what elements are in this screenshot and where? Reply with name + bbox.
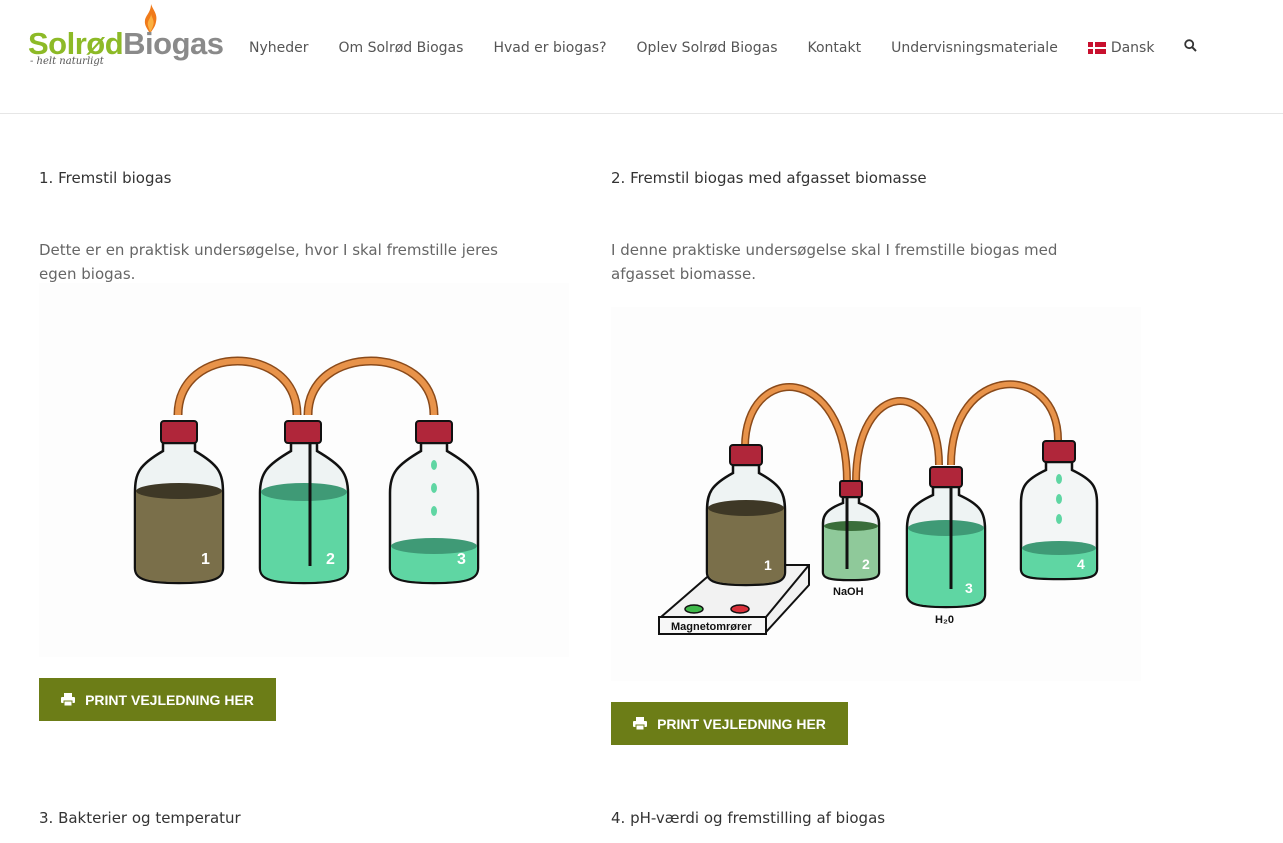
experiment-illustration: 1 2 3 [39, 283, 569, 657]
nav-item-kontakt[interactable]: Kontakt [808, 38, 862, 58]
printer-icon [633, 717, 648, 730]
search-icon [1184, 39, 1198, 52]
nav-item-nyheder[interactable]: Nyheder [249, 38, 309, 58]
language-label: Dansk [1110, 40, 1155, 56]
nav-item-oplev-solrod-biogas[interactable]: Oplev Solrød Biogas [637, 38, 778, 58]
experiment-title: 2. Fremstil biogas med afgasset biomasse [611, 169, 927, 187]
bottle-label-2: 2 [862, 556, 870, 572]
naoh-label: NaOH [833, 586, 864, 598]
stirrer-label: Magnetomrører [671, 621, 752, 633]
print-guide-label: PRINT VEJLEDNING HER [657, 715, 826, 732]
bottle-label-3: 3 [457, 551, 466, 568]
site-header: SolrødBiogas - helt naturligt Nyheder Om… [0, 0, 1283, 114]
experiment-description: I denne praktiske undersøgelse skal I fr… [611, 241, 1058, 283]
experiment-title-3: 3. Bakterier og temperatur [39, 809, 241, 827]
print-guide-button-1[interactable]: PRINT VEJLEDNING HER [39, 678, 276, 721]
nav-item-hvad-er-biogas[interactable]: Hvad er biogas? [493, 38, 606, 58]
experiment-illustration: Magnetomrører NaOH H₂0 1 2 3 4 [611, 307, 1141, 681]
language-switcher[interactable]: Dansk [1087, 38, 1155, 58]
bottle-label-3: 3 [965, 580, 973, 596]
brand-name-part2: Biogas [123, 26, 224, 61]
bottle-label-1: 1 [764, 557, 772, 573]
experiment-title: 1. Fremstil biogas [39, 169, 172, 187]
bottle-label-1: 1 [201, 551, 210, 568]
experiment-description: Dette er en praktisk undersøgelse, hvor … [39, 241, 498, 283]
danish-flag-icon [1087, 42, 1106, 54]
experiment-title-4: 4. pH-værdi og fremstilling af biogas [611, 809, 886, 827]
water-label: H₂0 [935, 614, 954, 626]
site-logo[interactable]: SolrødBiogas - helt naturligt [28, 4, 233, 74]
search-button[interactable] [1184, 38, 1198, 58]
bottle-label-4: 4 [1077, 556, 1085, 572]
nav-item-undervisningsmateriale[interactable]: Undervisningsmateriale [891, 38, 1058, 58]
bottle-label-2: 2 [326, 551, 335, 568]
bottle-setup-illustration: 1 2 3 [133, 356, 480, 585]
bottle-setup-illustration: Magnetomrører NaOH H₂0 1 2 3 4 [658, 380, 1099, 635]
print-guide-label: PRINT VEJLEDNING HER [85, 691, 254, 708]
nav-item-om-solrod-biogas[interactable]: Om Solrød Biogas [339, 38, 464, 58]
main-nav: Nyheder Om Solrød Biogas Hvad er biogas?… [249, 38, 1198, 58]
brand-tagline: - helt naturligt [30, 56, 104, 67]
print-guide-button-2[interactable]: PRINT VEJLEDNING HER [611, 702, 848, 745]
printer-icon [61, 693, 76, 706]
